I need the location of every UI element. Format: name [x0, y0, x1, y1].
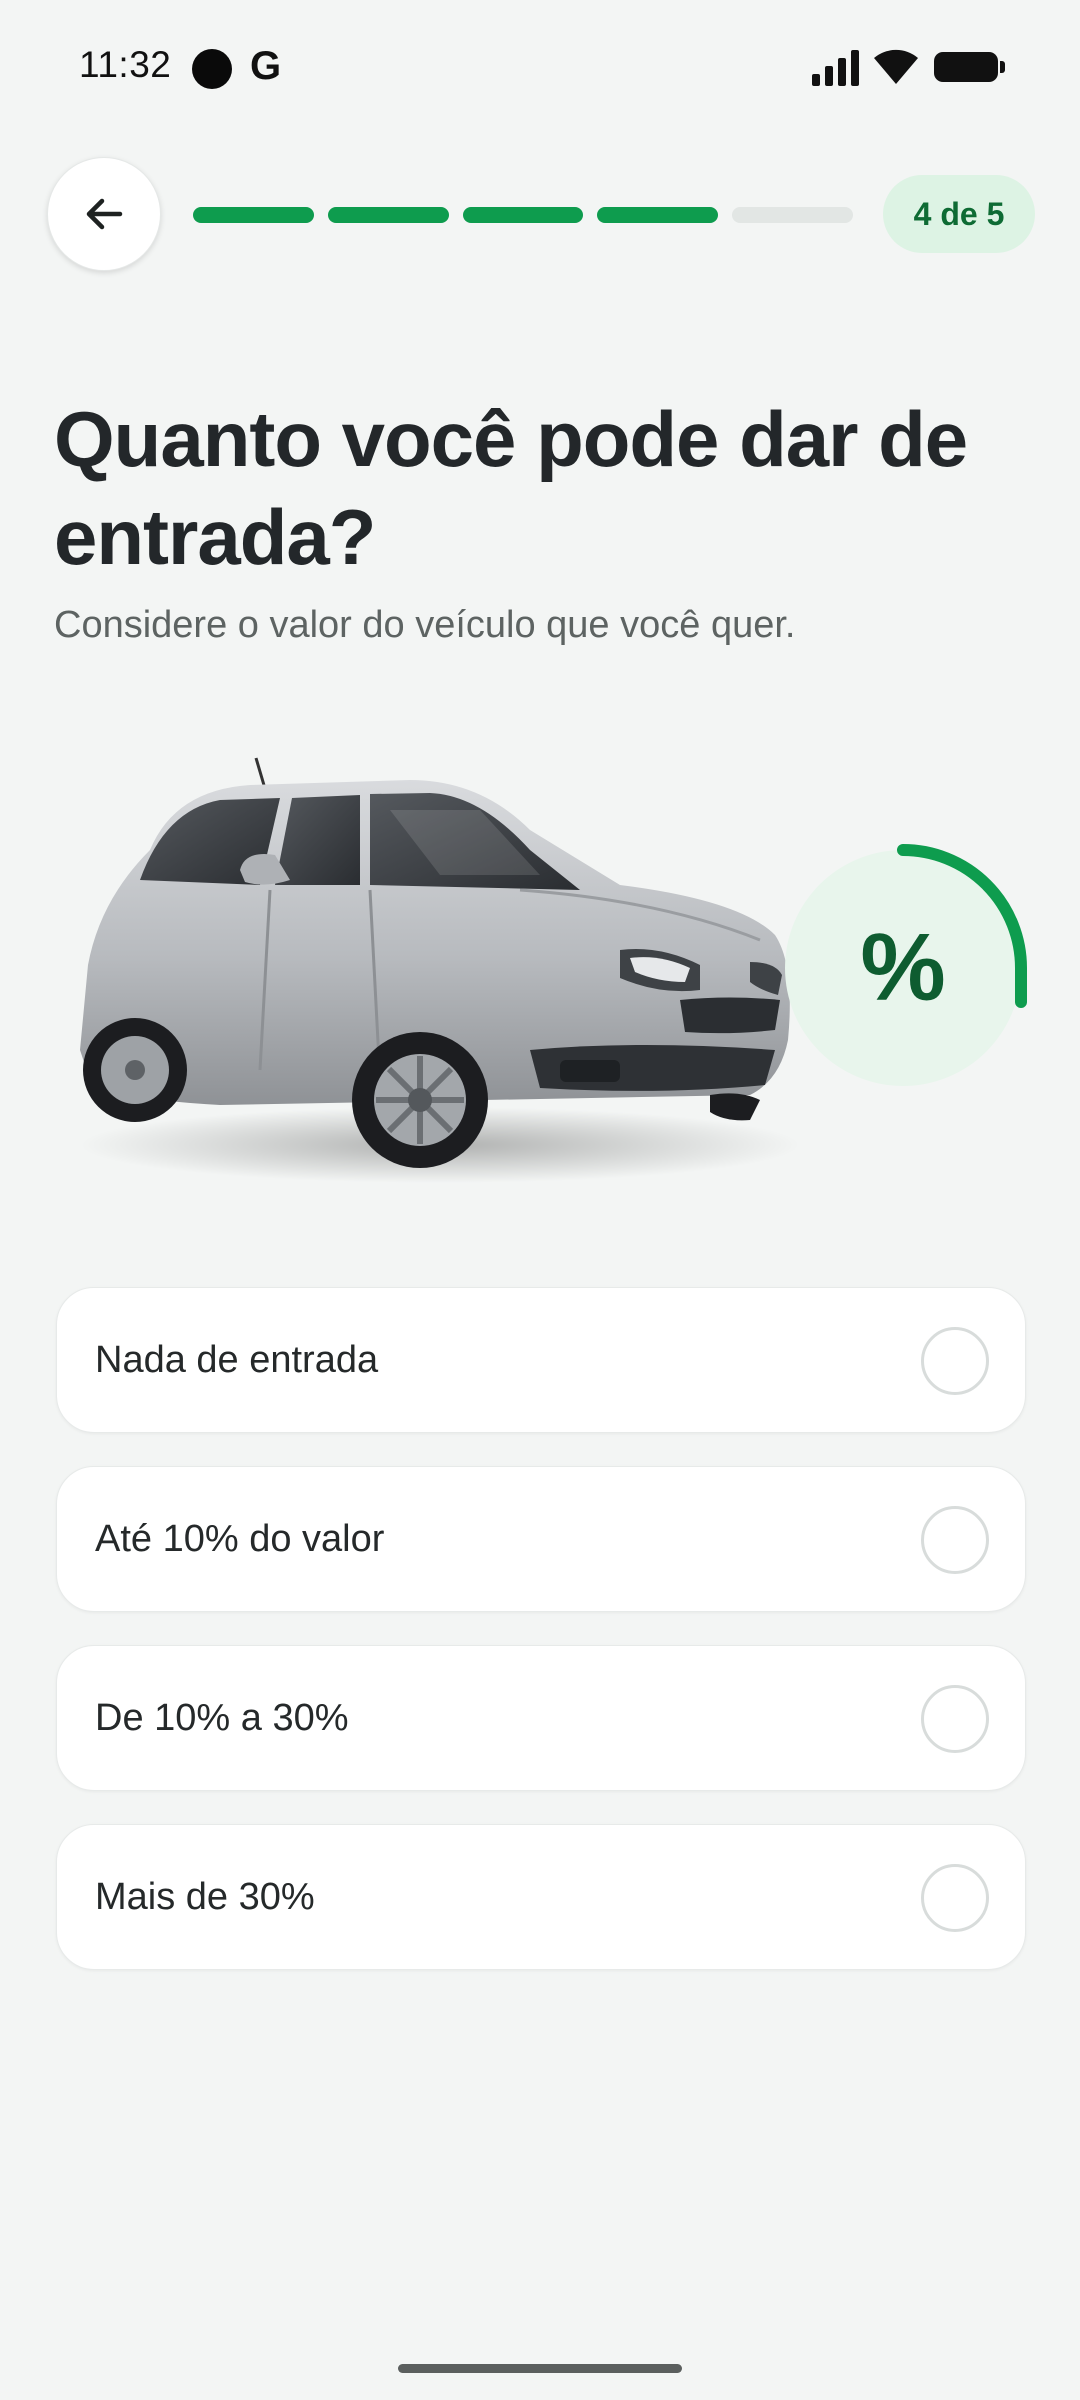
screen: 11:32 G 4 de 5 Quanto você pode dar de e…	[0, 0, 1080, 2400]
percent-icon: %	[860, 914, 946, 1021]
radio-button[interactable]	[921, 1864, 989, 1932]
circle-notification-icon	[192, 49, 232, 89]
arrow-left-icon	[86, 198, 123, 230]
option-card[interactable]: Até 10% do valor	[56, 1466, 1026, 1612]
radio-button[interactable]	[921, 1327, 989, 1395]
progress-segment	[327, 207, 449, 223]
option-label: Até 10% do valor	[95, 1517, 385, 1560]
progress-segment	[597, 207, 719, 223]
back-button[interactable]	[47, 157, 161, 271]
page-title: Quanto você pode dar de entrada?	[54, 395, 968, 581]
option-card[interactable]: Nada de entrada	[56, 1287, 1026, 1433]
home-indicator[interactable]	[398, 2364, 682, 2373]
signal-icon	[812, 50, 860, 86]
progress-bar	[193, 207, 853, 223]
status-bar: 11:32 G	[0, 0, 1080, 136]
option-label: Mais de 30%	[95, 1875, 315, 1918]
wifi-icon	[874, 49, 918, 84]
options-list: Nada de entrada Até 10% do valor De 10% a …	[56, 1287, 1026, 2003]
option-card[interactable]: De 10% a 30%	[56, 1645, 1026, 1791]
progress-segment	[732, 207, 853, 223]
option-card[interactable]: Mais de 30%	[56, 1824, 1026, 1970]
radio-button[interactable]	[921, 1685, 989, 1753]
battery-icon	[934, 52, 1005, 82]
car-illustration	[80, 757, 800, 1183]
option-label: De 10% a 30%	[95, 1696, 349, 1739]
progress-segment	[193, 207, 314, 223]
step-counter-badge: 4 de 5	[883, 175, 1035, 253]
option-label: Nada de entrada	[95, 1338, 379, 1381]
page-subtitle: Considere o valor do veículo que você qu…	[54, 604, 796, 646]
google-icon: G	[250, 44, 282, 88]
status-time: 11:32	[79, 44, 172, 85]
progress-segment	[462, 207, 584, 223]
radio-button[interactable]	[921, 1506, 989, 1574]
